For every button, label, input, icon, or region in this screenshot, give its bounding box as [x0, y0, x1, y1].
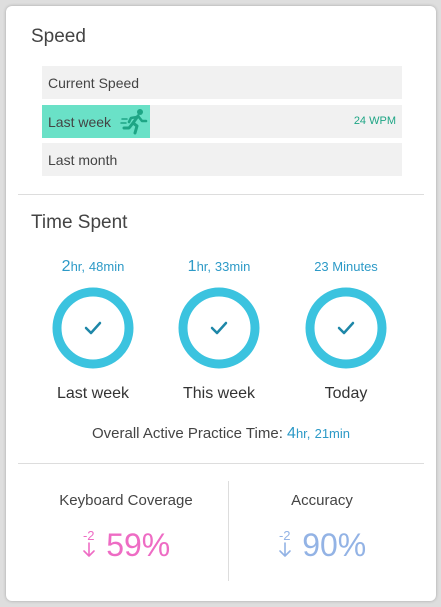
- section-divider: [18, 194, 424, 195]
- progress-card: Speed Current Speed Last week 24 WPM Las…: [6, 6, 436, 601]
- time-label: Today: [324, 385, 368, 402]
- time-value: 2hr, 48min: [61, 258, 125, 275]
- stat-title: Accuracy: [291, 492, 353, 509]
- speed-row-current: Current Speed: [42, 66, 402, 99]
- arrow-down-icon: [82, 542, 95, 557]
- time-value: 23 Minutes: [314, 259, 378, 274]
- speed-row-last-week: Last week 24 WPM: [42, 105, 402, 138]
- section-divider: [18, 463, 424, 464]
- speed-wpm-value: 24 WPM: [353, 115, 396, 127]
- running-person-icon: [120, 109, 148, 135]
- time-spent-title: Time Spent: [31, 212, 128, 233]
- time-value: 1hr, 33min: [187, 258, 251, 275]
- stat-value: 90%: [302, 527, 367, 563]
- speed-row-label: Last week: [48, 114, 112, 130]
- time-spent-last-week: 2hr, 48min Last week: [38, 258, 148, 403]
- stat-delta: -2: [278, 529, 292, 558]
- time-label: Last week: [56, 385, 130, 402]
- check-ring-icon: [178, 287, 260, 369]
- overall-practice-time: Overall Active Practice Time: 4hr, 21min: [6, 425, 436, 443]
- stat-value: 59%: [106, 527, 171, 563]
- overall-value: 4hr, 21min: [287, 425, 351, 442]
- speed-row-label: Current Speed: [48, 75, 140, 91]
- overall-label: Overall Active Practice Time:: [91, 425, 283, 442]
- arrow-down-icon: [278, 542, 291, 557]
- speed-title: Speed: [31, 26, 86, 47]
- speed-row-label: Last month: [48, 152, 118, 168]
- speed-row-last-month: Last month: [42, 143, 402, 176]
- stat-title: Keyboard Coverage: [59, 492, 193, 509]
- time-spent-this-week: 1hr, 33min This week: [164, 258, 274, 403]
- check-ring-icon: [305, 287, 387, 369]
- accuracy-stat: Accuracy -2 90%: [222, 492, 422, 573]
- keyboard-coverage-stat: Keyboard Coverage -2 59%: [26, 492, 226, 573]
- stat-delta: -2: [82, 529, 96, 558]
- time-spent-today: 23 Minutes Today: [291, 258, 401, 403]
- time-label: This week: [182, 385, 256, 402]
- check-ring-icon: [52, 287, 134, 369]
